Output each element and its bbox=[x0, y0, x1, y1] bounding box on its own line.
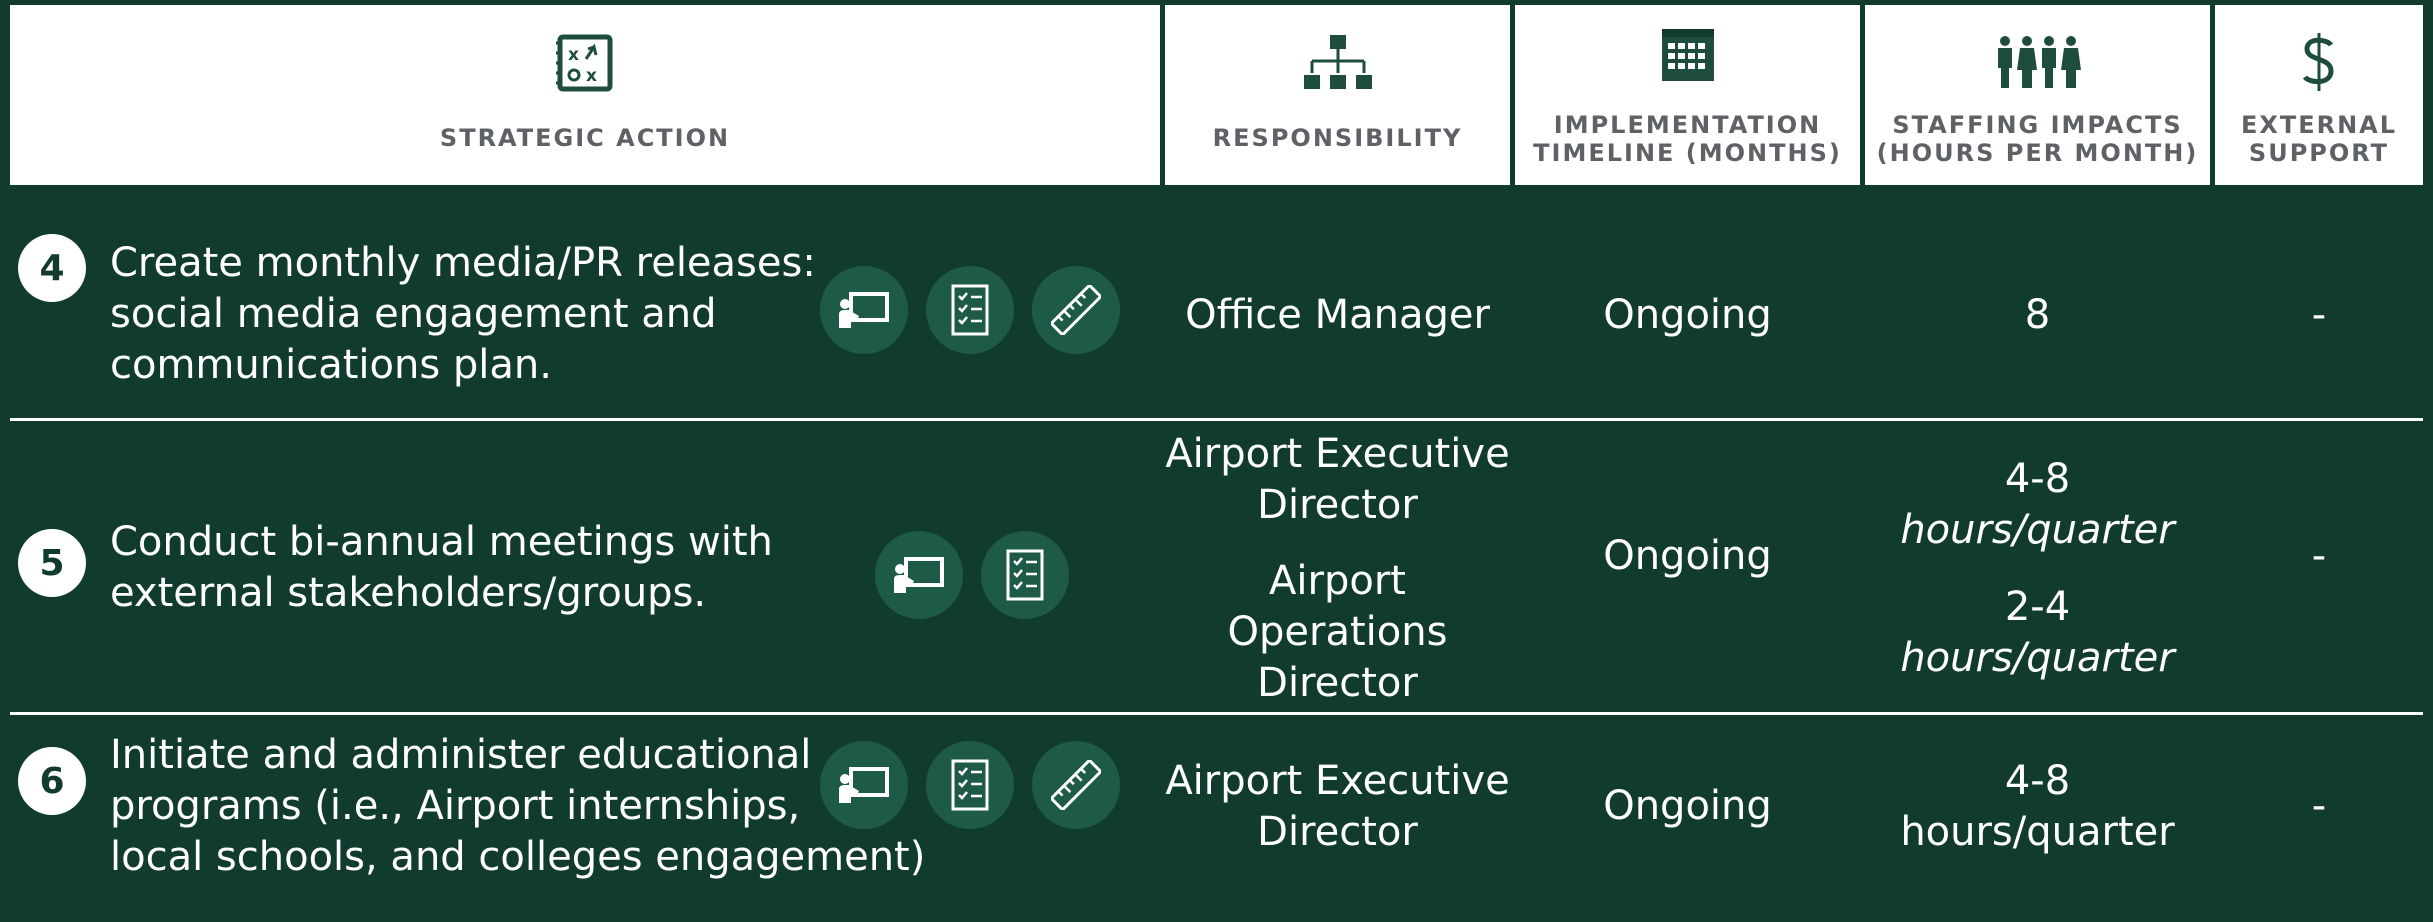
staffing-line: 8 bbox=[2024, 292, 2051, 338]
header-label: STRATEGIC ACTION bbox=[439, 124, 731, 152]
staffing-line: hours/quarter bbox=[1900, 809, 2175, 855]
responsibility-line: Director bbox=[1257, 809, 1418, 855]
action-line: Initiate and administer educational bbox=[110, 732, 812, 778]
external-support-cell: - bbox=[2311, 783, 2327, 829]
table-header: x x STRATEGIC ACTION RESPONSIBILITY IMPL… bbox=[0, 0, 2433, 188]
header-timeline: IMPLEMENTATION TIMELINE (MONTHS) bbox=[1515, 5, 1860, 185]
responsibility-cell: Airport Executive Director Airport Opera… bbox=[1165, 429, 1510, 709]
staffing-line: 4-8 bbox=[2004, 456, 2071, 502]
svg-text:x: x bbox=[568, 45, 581, 65]
svg-text:x: x bbox=[586, 66, 599, 86]
external-support-cell: - bbox=[2311, 533, 2327, 579]
header-label: STAFFING IMPACTS (HOURS PER MONTH) bbox=[1876, 111, 2199, 167]
action-icons bbox=[820, 741, 1120, 829]
strategic-action-text: Conduct bi-annual meetings with external… bbox=[110, 517, 850, 619]
ruler-icon bbox=[1032, 741, 1120, 829]
people-icon bbox=[1865, 35, 2210, 91]
header-label: IMPLEMENTATION TIMELINE (MONTHS) bbox=[1533, 111, 1842, 167]
staffing-cell: 8 bbox=[1865, 290, 2210, 341]
action-line: Conduct bi-annual meetings with bbox=[110, 519, 773, 565]
responsibility-line: Operations bbox=[1227, 609, 1448, 655]
action-line: communications plan. bbox=[110, 342, 552, 388]
table-row: 5 Conduct bi-annual meetings with extern… bbox=[0, 421, 2433, 706]
staffing-line: hours/quarter bbox=[1900, 635, 2175, 681]
staffing-line: hours/quarter bbox=[1900, 507, 2175, 553]
strategic-action-text: Initiate and administer educational prog… bbox=[110, 730, 926, 883]
presentation-icon bbox=[820, 741, 908, 829]
external-support-cell: - bbox=[2311, 292, 2327, 338]
calendar-icon bbox=[1515, 27, 1860, 83]
presentation-icon bbox=[820, 266, 908, 354]
dollar-icon bbox=[2215, 31, 2423, 93]
responsibility-line: Airport bbox=[1269, 558, 1406, 604]
staffing-cell: 4-8 hours/quarter bbox=[1865, 756, 2210, 858]
action-icons bbox=[875, 531, 1069, 619]
header-strategic-action: x x STRATEGIC ACTION bbox=[10, 5, 1160, 185]
header-label: RESPONSIBILITY bbox=[1212, 124, 1463, 152]
staffing-cell: 4-8 hours/quarter 2-4 hours/quarter bbox=[1865, 454, 2210, 684]
responsibility-cell: Office Manager bbox=[1165, 290, 1510, 341]
header-label: EXTERNAL SUPPORT bbox=[2240, 111, 2398, 167]
header-responsibility: RESPONSIBILITY bbox=[1165, 5, 1510, 185]
strategic-action-text: Create monthly media/PR releases: social… bbox=[110, 238, 850, 391]
staffing-line: 2-4 bbox=[2004, 584, 2071, 630]
action-line: social media engagement and bbox=[110, 291, 717, 337]
action-line: Create monthly media/PR releases: bbox=[110, 240, 816, 286]
org-chart-icon bbox=[1165, 33, 1510, 93]
table-row: 4 Create monthly media/PR releases: soci… bbox=[0, 188, 2433, 420]
row-number: 6 bbox=[18, 747, 86, 815]
responsibility-line: Director bbox=[1257, 660, 1418, 706]
responsibility-line: Director bbox=[1257, 482, 1418, 528]
responsibility-line: Airport Executive bbox=[1165, 431, 1510, 477]
table-row: 6 Initiate and administer educational pr… bbox=[0, 715, 2433, 922]
presentation-icon bbox=[875, 531, 963, 619]
action-icons bbox=[820, 266, 1120, 354]
timeline-cell: Ongoing bbox=[1603, 292, 1772, 338]
timeline-cell: Ongoing bbox=[1603, 533, 1772, 579]
row-number: 5 bbox=[18, 529, 86, 597]
responsibility-cell: Airport Executive Director bbox=[1165, 756, 1510, 858]
responsibility-line: Office Manager bbox=[1185, 292, 1490, 338]
strategy-icon: x x bbox=[10, 33, 1160, 93]
ruler-icon bbox=[1032, 266, 1120, 354]
checklist-icon bbox=[926, 741, 1014, 829]
action-line: local schools, and colleges engagement) bbox=[110, 834, 926, 880]
timeline-cell: Ongoing bbox=[1603, 783, 1772, 829]
header-staffing: STAFFING IMPACTS (HOURS PER MONTH) bbox=[1865, 5, 2210, 185]
staffing-line: 4-8 bbox=[2004, 758, 2071, 804]
action-line: external stakeholders/groups. bbox=[110, 570, 707, 616]
checklist-icon bbox=[981, 531, 1069, 619]
row-number: 4 bbox=[18, 234, 86, 302]
header-external-support: EXTERNAL SUPPORT bbox=[2215, 5, 2423, 185]
responsibility-line: Airport Executive bbox=[1165, 758, 1510, 804]
checklist-icon bbox=[926, 266, 1014, 354]
action-line: programs (i.e., Airport internships, bbox=[110, 783, 801, 829]
